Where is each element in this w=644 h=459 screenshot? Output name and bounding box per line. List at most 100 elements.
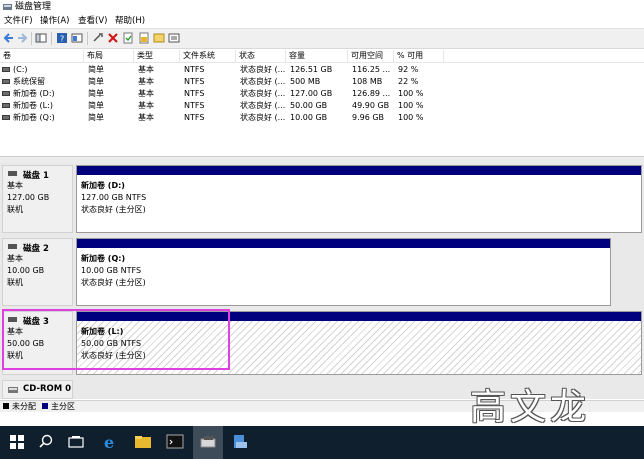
menu-help[interactable]: 帮助(H) bbox=[115, 15, 145, 27]
cell-capacity: 126.51 GB bbox=[290, 65, 333, 74]
cell-layout: 简单 bbox=[88, 77, 104, 86]
cell-layout: 简单 bbox=[88, 65, 104, 74]
legend-swatch-unallocated bbox=[3, 403, 9, 409]
volume-list-header: 卷 布局 类型 文件系统 状态 容量 可用空间 % 可用 bbox=[0, 50, 644, 63]
column-header-type[interactable]: 类型 bbox=[134, 50, 180, 62]
cell-volume: 新加卷 (Q:) bbox=[13, 113, 55, 122]
menu-view[interactable]: 查看(V) bbox=[78, 15, 107, 27]
connect-icon[interactable] bbox=[92, 32, 104, 44]
cell-capacity: 10.00 GB bbox=[290, 113, 328, 122]
cell-status: 状态良好 (... bbox=[240, 101, 286, 110]
drive-icon bbox=[2, 115, 10, 120]
partition[interactable]: 新加卷 (Q:) 10.00 GB NTFS 状态良好 (主分区) bbox=[76, 238, 611, 306]
cell-capacity: 500 MB bbox=[290, 77, 321, 86]
legend-label-unallocated: 未分配 bbox=[12, 402, 36, 411]
show-hide-tree-icon[interactable] bbox=[35, 32, 47, 44]
disk-2: 磁盘 2 基本 10.00 GB 联机 新加卷 (Q:) 10.00 GB NT… bbox=[0, 238, 644, 306]
disk-icon bbox=[8, 244, 17, 249]
cell-volume: 系统保留 bbox=[13, 77, 45, 86]
toolbar-divider bbox=[51, 32, 52, 45]
cell-free-space: 126.89 ... bbox=[352, 89, 391, 98]
toolbar-divider bbox=[87, 32, 88, 45]
delete-icon[interactable] bbox=[107, 32, 119, 44]
cell-filesystem: NTFS bbox=[184, 101, 205, 110]
command-prompt-icon[interactable] bbox=[165, 432, 185, 452]
table-row[interactable]: 新加卷 (Q:) 简单 基本 NTFS 状态良好 (... 10.00 GB 9… bbox=[0, 112, 644, 124]
rescan-icon[interactable] bbox=[168, 32, 180, 44]
partition-color-bar bbox=[77, 166, 641, 175]
partition-name: 新加卷 (D:) bbox=[81, 181, 125, 190]
disk-1: 磁盘 1 基本 127.00 GB 联机 新加卷 (D:) 127.00 GB … bbox=[0, 165, 644, 233]
cell-layout: 简单 bbox=[88, 101, 104, 110]
drive-icon bbox=[2, 67, 10, 72]
title-bar: 磁盘管理 bbox=[0, 0, 644, 14]
partition-name: 新加卷 (Q:) bbox=[81, 254, 126, 263]
cell-type: 基本 bbox=[138, 113, 154, 122]
cell-percent-free: 92 % bbox=[398, 65, 419, 74]
partition-status: 状态良好 (主分区) bbox=[81, 278, 146, 287]
properties-icon[interactable] bbox=[71, 32, 83, 44]
cell-filesystem: NTFS bbox=[184, 65, 205, 74]
partition-status: 状态良好 (主分区) bbox=[81, 205, 146, 214]
column-header-volume[interactable]: 卷 bbox=[0, 50, 84, 62]
disk-type: 基本 bbox=[7, 254, 23, 263]
disk-icon bbox=[8, 171, 17, 176]
table-row[interactable]: 系统保留 简单 基本 NTFS 状态良好 (... 500 MB 108 MB … bbox=[0, 76, 644, 88]
cell-status: 状态良好 (... bbox=[240, 77, 286, 86]
partition-color-bar bbox=[77, 239, 610, 248]
menu-action[interactable]: 操作(A) bbox=[40, 15, 69, 27]
cell-filesystem: NTFS bbox=[184, 89, 205, 98]
cell-capacity: 50.00 GB bbox=[290, 101, 328, 110]
taskbar-active-app[interactable] bbox=[193, 426, 223, 459]
cell-percent-free: 22 % bbox=[398, 77, 419, 86]
windows-start-icon[interactable] bbox=[7, 432, 27, 452]
export-icon[interactable] bbox=[138, 32, 150, 44]
cdrom-label[interactable]: CD-ROM 0 bbox=[2, 380, 73, 399]
legend-swatch-primary bbox=[42, 403, 48, 409]
column-header-percent-free[interactable]: % 可用 bbox=[394, 50, 444, 62]
drive-icon bbox=[2, 103, 10, 108]
disk-size: 127.00 GB bbox=[7, 193, 50, 202]
table-row[interactable]: 新加卷 (L:) 简单 基本 NTFS 状态良好 (... 50.00 GB 4… bbox=[0, 100, 644, 112]
cell-filesystem: NTFS bbox=[184, 77, 205, 86]
toolbar: ? bbox=[0, 28, 644, 49]
server-manager-icon[interactable] bbox=[230, 432, 250, 452]
cell-capacity: 127.00 GB bbox=[290, 89, 333, 98]
column-header-status[interactable]: 状态 bbox=[236, 50, 286, 62]
task-view-icon[interactable] bbox=[66, 432, 86, 452]
menu-file[interactable]: 文件(F) bbox=[4, 15, 33, 27]
help-icon[interactable]: ? bbox=[56, 32, 68, 44]
disk-status: 联机 bbox=[7, 278, 23, 287]
search-icon[interactable] bbox=[36, 432, 56, 452]
cell-percent-free: 100 % bbox=[398, 89, 424, 98]
check-icon[interactable] bbox=[122, 32, 134, 44]
edge-browser-icon[interactable]: e bbox=[101, 432, 121, 452]
cell-type: 基本 bbox=[138, 77, 154, 86]
disk-management-icon bbox=[3, 4, 12, 10]
cell-free-space: 9.96 GB bbox=[352, 113, 385, 122]
file-explorer-icon[interactable] bbox=[133, 432, 153, 452]
column-header-capacity[interactable]: 容量 bbox=[286, 50, 348, 62]
column-header-layout[interactable]: 布局 bbox=[84, 50, 134, 62]
disk-management-icon bbox=[200, 436, 216, 448]
table-row[interactable]: (C:) 简单 基本 NTFS 状态良好 (... 126.51 GB 116.… bbox=[0, 64, 644, 76]
back-icon[interactable] bbox=[3, 32, 15, 44]
cell-filesystem: NTFS bbox=[184, 113, 205, 122]
cell-free-space: 108 MB bbox=[352, 77, 383, 86]
menu-bar: 文件(F) 操作(A) 查看(V) 帮助(H) bbox=[0, 14, 644, 28]
column-header-filesystem[interactable]: 文件系统 bbox=[180, 50, 236, 62]
disk-size: 10.00 GB bbox=[7, 266, 45, 275]
toolbar-divider bbox=[31, 32, 32, 45]
drive-icon bbox=[2, 79, 10, 84]
disk-label[interactable]: 磁盘 1 基本 127.00 GB 联机 bbox=[2, 165, 73, 233]
forward-icon[interactable] bbox=[16, 32, 28, 44]
cell-status: 状态良好 (... bbox=[240, 65, 286, 74]
cell-type: 基本 bbox=[138, 89, 154, 98]
partition-size: 127.00 GB NTFS bbox=[81, 193, 147, 202]
disk-label[interactable]: 磁盘 2 基本 10.00 GB 联机 bbox=[2, 238, 73, 306]
table-row[interactable]: 新加卷 (D:) 简单 基本 NTFS 状态良好 (... 127.00 GB … bbox=[0, 88, 644, 100]
refresh-icon[interactable] bbox=[153, 32, 165, 44]
column-header-free-space[interactable]: 可用空间 bbox=[348, 50, 394, 62]
cell-layout: 简单 bbox=[88, 89, 104, 98]
partition[interactable]: 新加卷 (D:) 127.00 GB NTFS 状态良好 (主分区) bbox=[76, 165, 642, 233]
